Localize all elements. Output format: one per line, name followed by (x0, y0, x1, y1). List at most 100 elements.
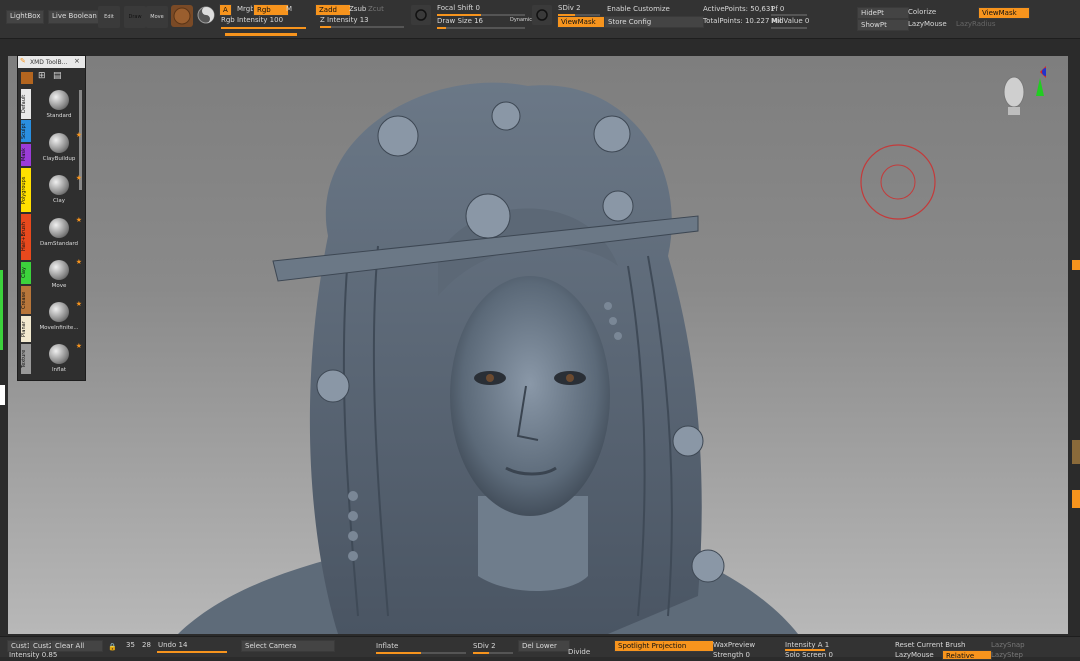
brush-damstandard[interactable]: DamStandard (36, 218, 82, 247)
brush-claybuildup[interactable]: ClayBuildup (36, 133, 82, 162)
lazyradius-label: LazyRadius (956, 20, 996, 28)
tab-clay[interactable]: Clay (21, 262, 31, 284)
draw-size-label: Draw Size 16 (437, 17, 484, 25)
lightbox-button[interactable]: LightBox (6, 10, 45, 24)
zadd-button[interactable]: Zadd (315, 4, 351, 16)
brush-clay[interactable]: Clay (36, 175, 82, 204)
store-config-button[interactable]: Store Config (604, 16, 704, 28)
left-shelf (0, 40, 8, 640)
brush-label: Inflat (51, 367, 67, 373)
moveinfinite-brush-icon (49, 302, 69, 322)
showpt-button[interactable]: ShowPt (857, 19, 909, 31)
tab-crease[interactable]: Crease (21, 286, 31, 314)
bottom-toolbar: Cust1 Cust2 Clear All Intensity 0.85 🔒 3… (0, 636, 1080, 660)
a-button[interactable]: A (219, 4, 232, 16)
lock-icon[interactable]: 🔒 (108, 643, 117, 652)
inflat-brush-icon (49, 344, 69, 364)
brush-inflat[interactable]: Inflat (36, 344, 82, 373)
select-camera-button[interactable]: Select Camera (241, 640, 335, 652)
undo-slider[interactable] (157, 651, 227, 653)
viewmask-button[interactable]: ViewMask (557, 16, 607, 28)
m-button[interactable]: M (286, 5, 292, 14)
focal-shift-icon[interactable] (411, 5, 431, 25)
damstandard-brush-icon (49, 218, 69, 238)
focal-shift-label: Focal Shift 0 (437, 4, 480, 12)
viewport-canvas[interactable] (8, 56, 1068, 634)
white-indicator (0, 385, 5, 405)
clear-all-button[interactable]: Clear All (51, 640, 103, 652)
del-lower-button[interactable]: Del Lower (518, 640, 570, 652)
inflate-slider[interactable] (376, 652, 466, 654)
dynamic-toggle[interactable]: Dynamic (510, 16, 532, 25)
reset-current-brush-button[interactable]: Reset Current Brush (895, 641, 966, 650)
material-sphere-icon (173, 7, 191, 25)
rgb-intensity-slider[interactable] (221, 27, 306, 29)
tab-sculpt[interactable]: Sculpt (21, 120, 31, 142)
tab-hair-brush[interactable]: Hair+Brush (21, 214, 31, 260)
zcut-button[interactable]: Zcut (368, 5, 384, 14)
z-intensity-label: Z Intensity 13 (320, 16, 369, 24)
palette-titlebar[interactable]: ✎ XMD ToolB... × (18, 56, 85, 68)
lazymouse-button[interactable]: LazyMouse (908, 20, 947, 29)
brush-cursor-inner (880, 164, 916, 200)
material-swatch[interactable] (171, 5, 193, 27)
top-toolbar: LightBox Live Boolean Edit Draw Move A M… (0, 0, 1080, 39)
sdiv-bottom-slider[interactable] (473, 652, 513, 654)
brush-moveinfinite[interactable]: MoveInfinite... (36, 302, 82, 331)
draw-button[interactable]: Draw (124, 6, 146, 28)
pf-label: Pf 0 (771, 5, 785, 13)
colorize-button[interactable]: Colorize (908, 8, 936, 17)
sdiv-icon[interactable] (532, 5, 552, 25)
relative-button[interactable]: Relative (942, 650, 992, 660)
total-points: TotalPoints: 10.227 Mil (703, 17, 782, 25)
live-boolean-button[interactable]: Live Boolean (48, 10, 101, 24)
tab-default[interactable]: Default (21, 89, 31, 119)
brush-label: Clay (53, 198, 65, 204)
brush-move[interactable]: Move (36, 260, 82, 289)
brush-label: DamStandard (40, 241, 78, 247)
brush-label: Move (51, 283, 67, 289)
brush-mode-icon[interactable] (21, 72, 33, 84)
spotlight-projection-button[interactable]: Spotlight Projection (614, 640, 714, 652)
standard-brush-icon (49, 90, 69, 110)
enable-customize-button[interactable]: Enable Customize (607, 5, 670, 14)
clay-brush-icon (49, 175, 69, 195)
waxpreview-button[interactable]: WaxPreview (713, 641, 755, 650)
move-button[interactable]: Move (146, 6, 168, 28)
draw-size-slider[interactable] (437, 27, 525, 29)
sdiv-bottom-label: SDiv 2 (473, 642, 496, 650)
brush-cursor-outer (860, 144, 936, 220)
grid-icon[interactable]: ⊞ (38, 72, 46, 81)
close-icon[interactable]: × (74, 57, 80, 66)
z-intensity-slider[interactable] (320, 26, 404, 28)
tab-polygroups[interactable]: Polygroups (21, 168, 31, 212)
move-label: Move (150, 13, 164, 20)
tab-planar[interactable]: Planar (21, 316, 31, 342)
hidept-button[interactable]: HidePt (857, 7, 909, 19)
layout-icon[interactable]: ▤ (53, 72, 62, 81)
palette-logo-icon: ✎ (20, 57, 26, 65)
claybuildup-brush-icon (49, 133, 69, 153)
right-orange-marker-1 (1072, 260, 1080, 270)
pf-slider[interactable] (771, 14, 807, 16)
color-indicator (0, 270, 3, 350)
navigation-gizmo[interactable] (1000, 66, 1050, 122)
rgb-button[interactable]: Rgb (253, 4, 289, 16)
brush-label: ClayBuildup (42, 156, 76, 162)
edit-button[interactable]: Edit (98, 6, 120, 28)
midvalue-slider[interactable] (771, 27, 807, 29)
right-orange-marker-2 (1072, 490, 1080, 508)
viewmask-button-2[interactable]: ViewMask (978, 7, 1030, 19)
texture-icon[interactable] (197, 6, 215, 24)
lazysnap-label: LazySnap (991, 641, 1025, 649)
inflate-label: Inflate (376, 642, 399, 650)
brush-standard[interactable]: Standard (36, 90, 82, 119)
zsub-button[interactable]: Zsub (349, 5, 366, 14)
tab-texture[interactable]: Texture (21, 344, 31, 374)
draw-label: Draw (128, 13, 142, 20)
value-35: 35 (126, 641, 135, 649)
undo-label: Undo 14 (158, 641, 188, 649)
right-shelf (1068, 40, 1080, 640)
tab-mask[interactable]: Mask (21, 144, 31, 166)
move-brush-icon (49, 260, 69, 280)
